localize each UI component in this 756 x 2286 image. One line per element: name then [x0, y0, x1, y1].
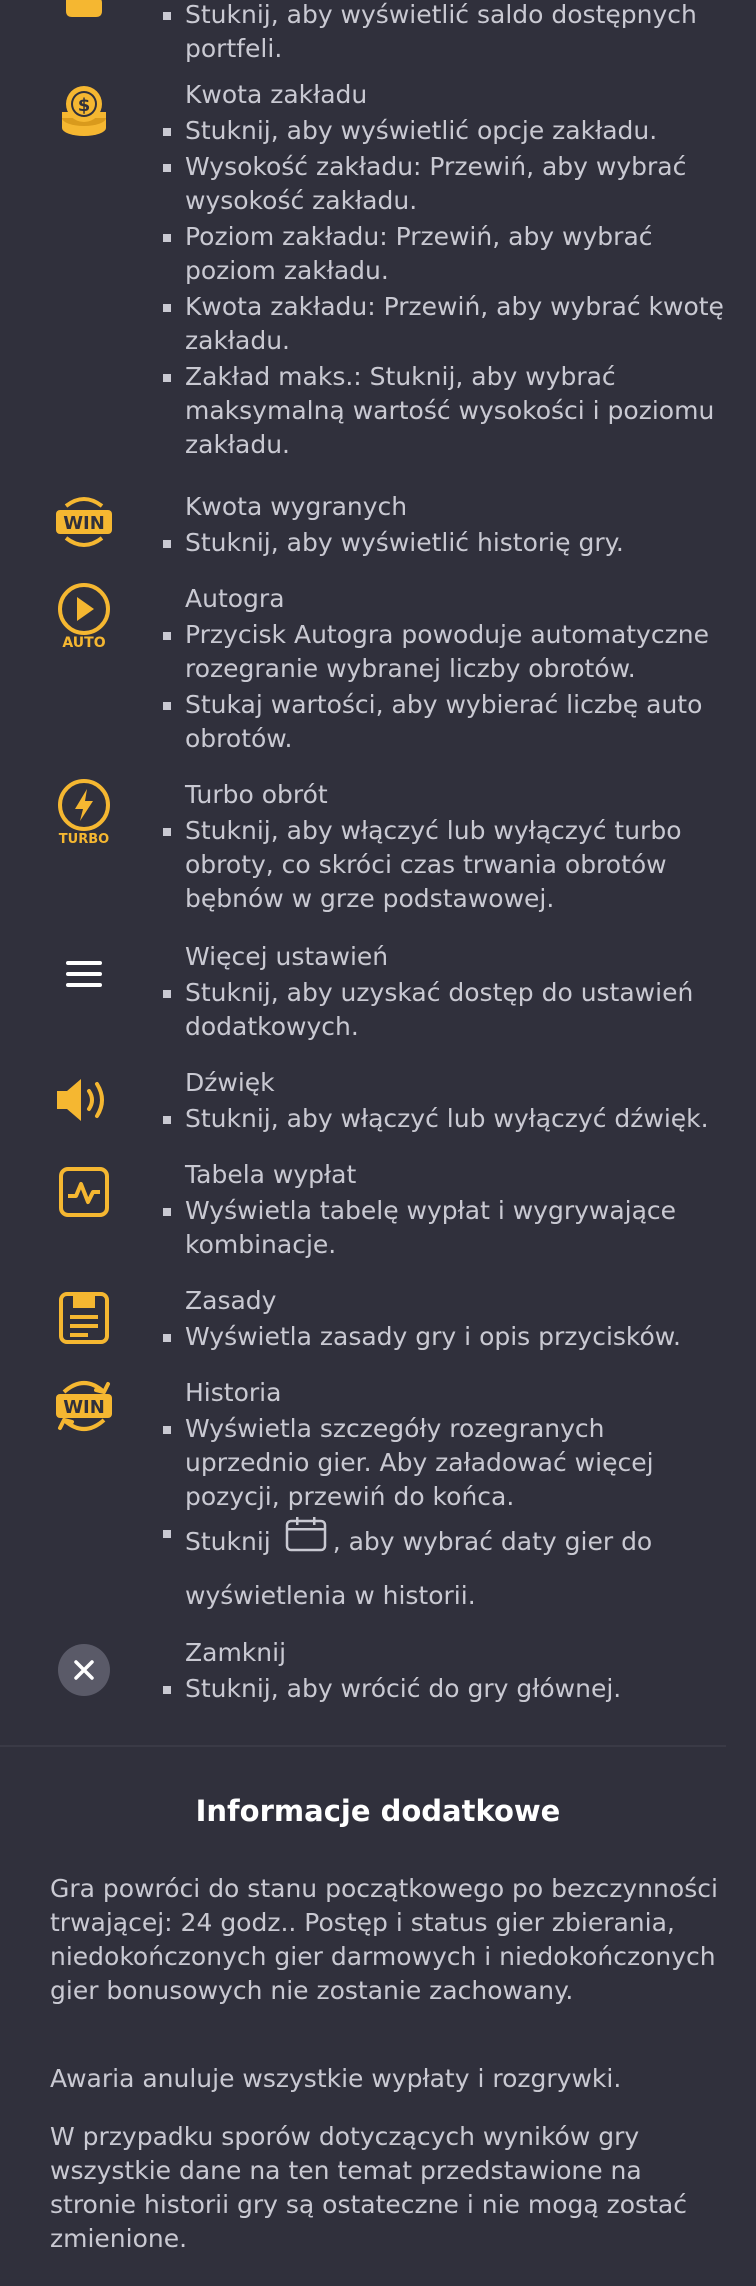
bet-amount-title: Kwota zakładu: [185, 80, 368, 109]
rules-page: Stuknij, aby wyświetlić saldo dostępnych…: [0, 0, 756, 2286]
svg-text:WIN: WIN: [63, 513, 105, 534]
additional-paragraph: Gra powróci do stanu początkowego po bez…: [50, 1874, 718, 2005]
bullet: Stuknij, aby uzyskać dostęp do ustawień …: [163, 976, 725, 1044]
more-settings-title: Więcej ustawień: [185, 942, 389, 971]
bullet: Stuknij, aby wrócić do gry głównej.: [163, 1672, 725, 1706]
bullet: Poziom zakładu: Przewiń, aby wybrać pozi…: [163, 220, 725, 288]
turbo-icon: TURBO: [50, 778, 118, 846]
bullet-calendar: Stuknij , aby wybrać daty gier do wyświe…: [163, 1516, 725, 1622]
autoplay-title: Autogra: [185, 584, 285, 613]
bullet: Kwota zakładu: Przewiń, aby wybrać kwotę…: [163, 290, 725, 358]
bullet: Stuknij, aby wyświetlić opcje zakładu.: [163, 114, 725, 148]
win-badge-icon: WIN: [50, 488, 118, 556]
paytable-title: Tabela wypłat: [185, 1160, 357, 1189]
autoplay-icon: AUTO: [50, 582, 118, 650]
bullet: Przycisk Autogra powoduje automatyczne r…: [163, 618, 725, 686]
bullet: Stuknij, aby wyświetlić saldo dostępnych…: [163, 0, 725, 66]
bullet: Zakład maks.: Stuknij, aby wybrać maksym…: [163, 360, 725, 462]
svg-text:WIN: WIN: [63, 1397, 105, 1418]
history-title: Historia: [185, 1378, 282, 1407]
wallet-icon: [50, 0, 118, 48]
bullet: Wyświetla tabelę wypłat i wygrywające ko…: [163, 1194, 725, 1262]
calendar-icon: [285, 1516, 327, 1570]
additional-paragraph: Awaria anuluje wszystkie wypłaty i rozgr…: [50, 2064, 622, 2093]
sound-title: Dźwięk: [185, 1068, 275, 1097]
svg-text:$: $: [78, 95, 91, 116]
turbo-title: Turbo obrót: [185, 780, 328, 809]
bullet: Wyświetla szczegóły rozegranych uprzedni…: [163, 1412, 725, 1514]
speaker-icon: [50, 1066, 118, 1134]
bullet: Wysokość zakładu: Przewiń, aby wybrać wy…: [163, 150, 725, 218]
bullet: Stuknij, aby włączyć lub wyłączyć turbo …: [163, 814, 725, 916]
additional-info-title: Informacje dodatkowe: [195, 1794, 561, 1828]
rules-document-icon: [50, 1284, 118, 1352]
win-amount-title: Kwota wygranych: [185, 492, 408, 521]
paytable-icon: [50, 1158, 118, 1226]
history-win-icon: WIN: [50, 1372, 118, 1440]
bullet: Stuknij, aby wyświetlić historię gry.: [163, 526, 725, 560]
bullet: Wyświetla zasady gry i opis przycisków.: [163, 1320, 725, 1354]
svg-text:AUTO: AUTO: [62, 635, 105, 649]
bullet: Stukaj wartości, aby wybierać liczbę aut…: [163, 688, 725, 756]
close-icon: [50, 1636, 118, 1704]
close-title: Zamknij: [185, 1638, 287, 1667]
bullet: Stuknij, aby włączyć lub wyłączyć dźwięk…: [163, 1102, 725, 1136]
rules-title: Zasady: [185, 1286, 277, 1315]
section-divider: [0, 1745, 726, 1747]
additional-paragraph: W przypadku sporów dotyczących wyników g…: [50, 2122, 687, 2253]
coin-stack-icon: $: [50, 78, 118, 146]
hamburger-menu-icon: [50, 940, 118, 1008]
calendar-text-before: Stuknij: [185, 1527, 271, 1556]
svg-text:TURBO: TURBO: [59, 832, 109, 845]
